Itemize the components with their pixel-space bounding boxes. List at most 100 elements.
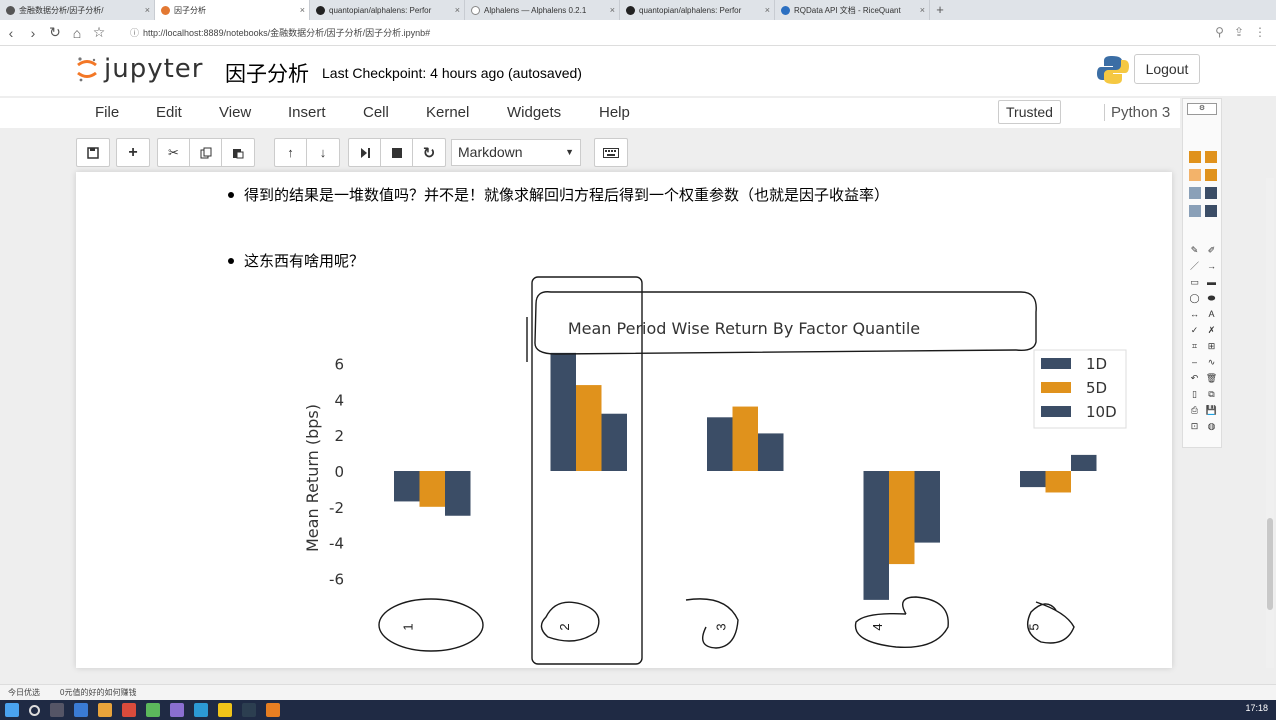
share-icon[interactable]: ⇪ <box>1234 25 1244 39</box>
back-icon[interactable]: ‹ <box>0 25 22 41</box>
color-swatch-icon[interactable] <box>1189 187 1201 199</box>
task-view-icon[interactable] <box>50 703 64 717</box>
print-icon[interactable]: ⎙ <box>1188 405 1201 416</box>
ellipse-icon[interactable]: ◯ <box>1188 293 1201 304</box>
new-tab-button[interactable]: + <box>930 0 950 20</box>
color-swatch-icon[interactable] <box>1205 151 1217 163</box>
y-tick-label: -2 <box>329 499 344 517</box>
move-down-icon[interactable]: ↓ <box>307 139 339 166</box>
bar-q3-5D <box>732 406 758 471</box>
line-icon[interactable]: ／ <box>1188 261 1201 272</box>
kernel-indicator[interactable]: Python 3 <box>1104 104 1170 121</box>
check-icon[interactable]: ✓ <box>1188 325 1201 336</box>
menu-kernel[interactable]: Kernel <box>426 104 469 121</box>
tab-close-icon[interactable]: × <box>920 5 925 15</box>
screenshot-icon[interactable]: ⊡ <box>1188 421 1201 432</box>
grid-icon[interactable]: ⊞ <box>1205 341 1218 352</box>
trusted-indicator[interactable]: Trusted <box>998 100 1061 124</box>
jupyter-logo[interactable]: jupyter <box>76 54 203 84</box>
bookmark-star-icon[interactable]: ☆ <box>88 24 110 41</box>
browser-status-bar: 今日优选 0元值的好的如何赚钱 <box>0 684 1276 700</box>
color-swatch-icon[interactable] <box>1205 169 1217 181</box>
restart-icon[interactable]: ↻ <box>413 139 445 166</box>
crop-icon[interactable]: ⌗ <box>1188 341 1201 352</box>
taskbar-app-icon[interactable] <box>194 703 208 717</box>
windows-start-icon[interactable] <box>5 703 19 717</box>
color-swatch-icon[interactable] <box>1205 205 1217 217</box>
address-bar[interactable]: ⓘ http://localhost:8889/notebooks/金融数据分析… <box>130 26 430 39</box>
menu-file[interactable]: File <box>95 104 119 121</box>
status-left-text[interactable]: 今日优选 <box>8 687 40 698</box>
config-label-icon[interactable]: ⚙ <box>1187 103 1217 115</box>
forward-icon[interactable]: › <box>22 25 44 41</box>
reload-icon[interactable]: ↻ <box>44 24 66 41</box>
filled-ellipse-icon[interactable]: ⬬ <box>1205 293 1218 304</box>
home-icon[interactable]: ⌂ <box>66 25 88 41</box>
menu-cell[interactable]: Cell <box>363 104 389 121</box>
notebook-cell-area[interactable]: 得到的结果是一堆数值吗？并不是！就像求解回归方程后得到一个权重参数（也就是因子收… <box>76 172 1172 668</box>
tab-close-icon[interactable]: × <box>455 5 460 15</box>
menu-help[interactable]: Help <box>599 104 630 121</box>
save-tool-icon[interactable]: 💾 <box>1205 405 1218 416</box>
browser-tab[interactable]: RQData API 文档 - RiceQuant × <box>775 0 930 20</box>
extension-icon[interactable]: ⚲ <box>1215 25 1224 39</box>
paste-icon[interactable] <box>222 139 254 166</box>
save-icon[interactable] <box>77 139 109 166</box>
pen-icon[interactable]: ✎ <box>1188 245 1201 256</box>
browser-tab[interactable]: quantopian/alphalens: Perfor × <box>620 0 775 20</box>
browser-tab[interactable]: quantopian/alphalens: Perfor × <box>310 0 465 20</box>
taskbar-app-icon[interactable] <box>74 703 88 717</box>
tab-close-icon[interactable]: × <box>300 5 305 15</box>
menu-insert[interactable]: Insert <box>288 104 326 121</box>
text-icon[interactable]: A <box>1205 309 1218 320</box>
taskbar-app-icon[interactable] <box>218 703 232 717</box>
browser-tab-active[interactable]: 因子分析 × <box>155 0 310 20</box>
taskbar-app-icon[interactable] <box>170 703 184 717</box>
move-up-icon[interactable]: ↑ <box>275 139 307 166</box>
double-arrow-icon[interactable]: ↔ <box>1188 309 1201 320</box>
rectangle-icon[interactable]: ▭ <box>1188 277 1201 288</box>
globe-icon[interactable]: ◍ <box>1205 421 1218 432</box>
color-swatch-icon[interactable] <box>1189 151 1201 163</box>
insert-cell-icon[interactable]: + <box>117 139 149 166</box>
stop-icon[interactable] <box>381 139 413 166</box>
color-swatch-icon[interactable] <box>1189 169 1201 181</box>
tab-close-icon[interactable]: × <box>145 5 150 15</box>
taskbar-app-icon[interactable] <box>146 703 160 717</box>
cell-type-select[interactable]: Markdown ▼ <box>451 139 581 166</box>
browser-tab[interactable]: Alphalens — Alphalens 0.2.1 × <box>465 0 620 20</box>
logout-button[interactable]: Logout <box>1134 54 1200 84</box>
dash-icon[interactable]: – <box>1188 357 1201 368</box>
filled-rect-icon[interactable]: ▬ <box>1205 277 1218 288</box>
menu-dots-icon[interactable]: ⋮ <box>1254 25 1266 39</box>
keyboard-icon[interactable] <box>595 139 627 166</box>
marker-icon[interactable]: ✐ <box>1205 245 1218 256</box>
status-left-text[interactable]: 0元值的好的如何赚钱 <box>60 687 136 698</box>
arrow-icon[interactable]: → <box>1205 261 1218 272</box>
wave-icon[interactable]: ∿ <box>1205 357 1218 368</box>
run-icon[interactable] <box>349 139 381 166</box>
cross-icon[interactable]: ✗ <box>1205 325 1218 336</box>
copy-icon[interactable] <box>190 139 222 166</box>
taskbar-app-icon[interactable] <box>242 703 256 717</box>
color-swatch-icon[interactable] <box>1205 187 1217 199</box>
browser-tab[interactable]: 金融数据分析/因子分析/ × <box>0 0 155 20</box>
tab-close-icon[interactable]: × <box>610 5 615 15</box>
menu-edit[interactable]: Edit <box>156 104 182 121</box>
cut-icon[interactable]: ✂ <box>158 139 190 166</box>
menu-widgets[interactable]: Widgets <box>507 104 561 121</box>
tab-close-icon[interactable]: × <box>765 5 770 15</box>
menu-view[interactable]: View <box>219 104 251 121</box>
taskbar-app-icon[interactable] <box>266 703 280 717</box>
taskbar-app-icon[interactable] <box>98 703 112 717</box>
search-icon[interactable] <box>29 704 40 716</box>
page-scrollbar-thumb[interactable] <box>1267 518 1273 610</box>
undo-icon[interactable]: ↶ <box>1188 373 1201 384</box>
taskbar-clock[interactable]: 17:18 <box>1245 703 1268 713</box>
color-swatch-icon[interactable] <box>1189 205 1201 217</box>
trash-icon[interactable]: 🗑 <box>1205 373 1218 384</box>
copy-tool-icon[interactable]: ⧉ <box>1205 389 1218 400</box>
notebook-name[interactable]: 因子分析 <box>225 58 309 88</box>
taskbar-app-icon[interactable] <box>122 703 136 717</box>
page-icon[interactable]: ▯ <box>1188 389 1201 400</box>
